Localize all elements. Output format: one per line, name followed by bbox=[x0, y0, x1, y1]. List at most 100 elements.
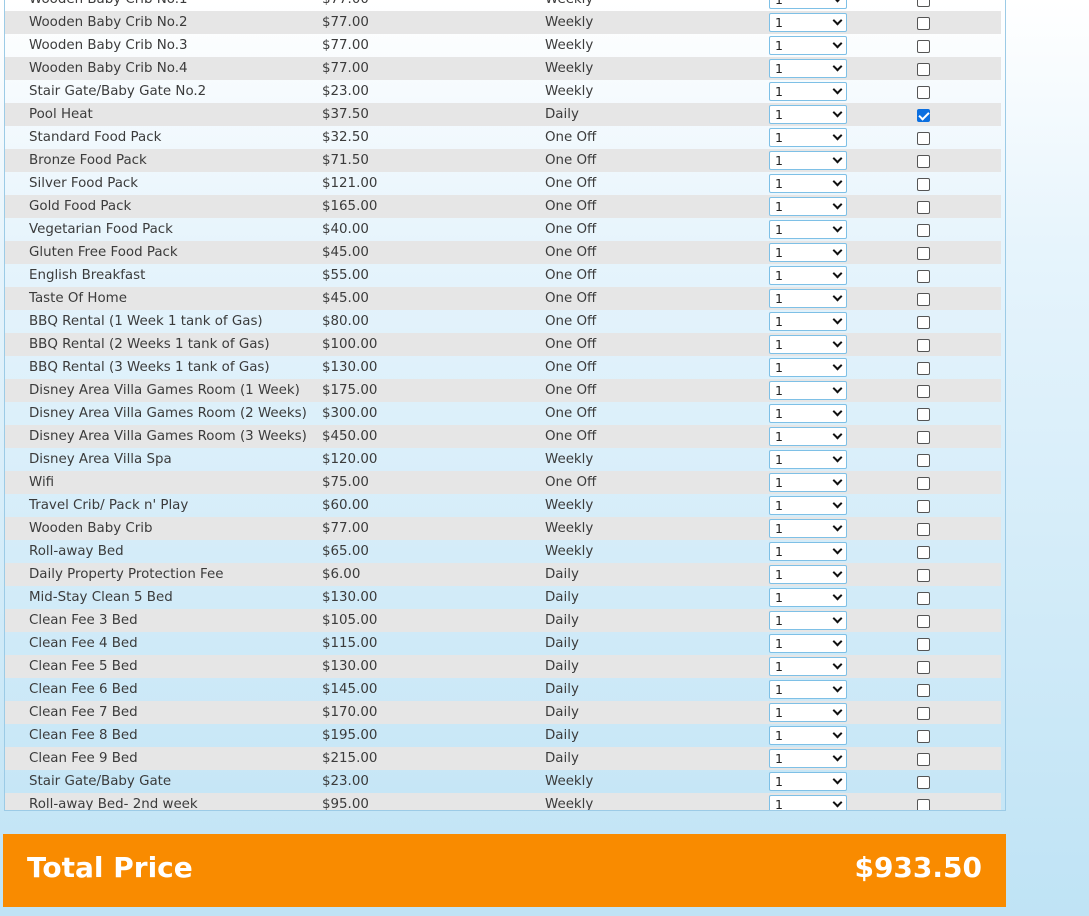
quantity-select[interactable]: 1 bbox=[769, 128, 847, 147]
select-extra-checkbox[interactable] bbox=[917, 546, 930, 559]
chevron-down-icon bbox=[832, 544, 843, 555]
quantity-select[interactable]: 1 bbox=[769, 381, 847, 400]
extra-price: $121.00 bbox=[322, 176, 378, 191]
select-extra-checkbox[interactable] bbox=[917, 431, 930, 444]
quantity-value: 1 bbox=[775, 130, 783, 145]
quantity-select[interactable]: 1 bbox=[769, 542, 847, 561]
select-extra-checkbox[interactable] bbox=[917, 753, 930, 766]
extra-name: Clean Fee 5 Bed bbox=[29, 659, 138, 674]
quantity-select[interactable]: 1 bbox=[769, 0, 847, 9]
chevron-down-icon bbox=[832, 360, 843, 371]
select-extra-checkbox[interactable] bbox=[917, 17, 930, 30]
quantity-select[interactable]: 1 bbox=[769, 289, 847, 308]
select-extra-checkbox[interactable] bbox=[917, 684, 930, 697]
extra-name: Wifi bbox=[29, 475, 55, 490]
extra-price: $130.00 bbox=[322, 659, 378, 674]
quantity-select[interactable]: 1 bbox=[769, 59, 847, 78]
select-extra-checkbox[interactable] bbox=[917, 707, 930, 720]
quantity-select[interactable]: 1 bbox=[769, 726, 847, 745]
chevron-down-icon bbox=[832, 245, 843, 256]
table-row: Disney Area Villa Games Room (3 Weeks) $4… bbox=[5, 425, 1001, 448]
select-extra-checkbox[interactable] bbox=[917, 316, 930, 329]
quantity-select[interactable]: 1 bbox=[769, 496, 847, 515]
select-extra-checkbox[interactable] bbox=[917, 155, 930, 168]
select-extra-checkbox[interactable] bbox=[917, 454, 930, 467]
select-extra-checkbox[interactable] bbox=[917, 109, 930, 122]
quantity-select[interactable]: 1 bbox=[769, 243, 847, 262]
quantity-value: 1 bbox=[775, 590, 783, 605]
select-extra-checkbox[interactable] bbox=[917, 500, 930, 513]
extra-frequency: One Off bbox=[545, 383, 597, 398]
quantity-value: 1 bbox=[775, 153, 783, 168]
quantity-select[interactable]: 1 bbox=[769, 266, 847, 285]
quantity-select[interactable]: 1 bbox=[769, 82, 847, 101]
quantity-select[interactable]: 1 bbox=[769, 174, 847, 193]
select-extra-checkbox[interactable] bbox=[917, 592, 930, 605]
select-extra-checkbox[interactable] bbox=[917, 0, 930, 7]
extra-frequency: One Off bbox=[545, 291, 597, 306]
select-extra-checkbox[interactable] bbox=[917, 132, 930, 145]
quantity-select[interactable]: 1 bbox=[769, 335, 847, 354]
quantity-select[interactable]: 1 bbox=[769, 749, 847, 768]
table-row: Clean Fee 3 Bed $105.00 Daily 1 bbox=[5, 609, 1001, 632]
extra-price: $95.00 bbox=[322, 797, 369, 811]
select-extra-checkbox[interactable] bbox=[917, 86, 930, 99]
quantity-select[interactable]: 1 bbox=[769, 36, 847, 55]
quantity-select[interactable]: 1 bbox=[769, 13, 847, 32]
select-extra-checkbox[interactable] bbox=[917, 247, 930, 260]
quantity-select[interactable]: 1 bbox=[769, 427, 847, 446]
total-price-label: Total Price bbox=[27, 851, 193, 884]
select-extra-checkbox[interactable] bbox=[917, 224, 930, 237]
extra-frequency: One Off bbox=[545, 360, 597, 375]
quantity-select[interactable]: 1 bbox=[769, 450, 847, 469]
extra-frequency: Weekly bbox=[545, 452, 594, 467]
select-extra-checkbox[interactable] bbox=[917, 477, 930, 490]
quantity-select[interactable]: 1 bbox=[769, 680, 847, 699]
select-extra-checkbox[interactable] bbox=[917, 661, 930, 674]
select-extra-checkbox[interactable] bbox=[917, 362, 930, 375]
quantity-select[interactable]: 1 bbox=[769, 611, 847, 630]
table-row: Wooden Baby Crib No.4 $77.00 Weekly 1 bbox=[5, 57, 1001, 80]
select-extra-checkbox[interactable] bbox=[917, 569, 930, 582]
quantity-select[interactable]: 1 bbox=[769, 588, 847, 607]
select-extra-checkbox[interactable] bbox=[917, 339, 930, 352]
quantity-select[interactable]: 1 bbox=[769, 358, 847, 377]
select-extra-checkbox[interactable] bbox=[917, 799, 930, 810]
extra-price: $37.50 bbox=[322, 107, 369, 122]
chevron-down-icon bbox=[832, 61, 843, 72]
extra-name: BBQ Rental (1 Week 1 tank of Gas) bbox=[29, 314, 263, 329]
quantity-select[interactable]: 1 bbox=[769, 565, 847, 584]
select-extra-checkbox[interactable] bbox=[917, 385, 930, 398]
quantity-select[interactable]: 1 bbox=[769, 197, 847, 216]
quantity-select[interactable]: 1 bbox=[769, 404, 847, 423]
select-extra-checkbox[interactable] bbox=[917, 178, 930, 191]
quantity-select[interactable]: 1 bbox=[769, 703, 847, 722]
extra-price: $105.00 bbox=[322, 613, 378, 628]
quantity-select[interactable]: 1 bbox=[769, 772, 847, 791]
select-extra-checkbox[interactable] bbox=[917, 408, 930, 421]
select-extra-checkbox[interactable] bbox=[917, 730, 930, 743]
quantity-select[interactable]: 1 bbox=[769, 151, 847, 170]
chevron-down-icon bbox=[832, 751, 843, 762]
select-extra-checkbox[interactable] bbox=[917, 776, 930, 789]
table-row: Mid-Stay Clean 5 Bed $130.00 Daily 1 bbox=[5, 586, 1001, 609]
quantity-select[interactable]: 1 bbox=[769, 634, 847, 653]
chevron-down-icon bbox=[832, 429, 843, 440]
select-extra-checkbox[interactable] bbox=[917, 270, 930, 283]
select-extra-checkbox[interactable] bbox=[917, 293, 930, 306]
select-extra-checkbox[interactable] bbox=[917, 63, 930, 76]
quantity-select[interactable]: 1 bbox=[769, 473, 847, 492]
select-extra-checkbox[interactable] bbox=[917, 638, 930, 651]
quantity-select[interactable]: 1 bbox=[769, 657, 847, 676]
quantity-select[interactable]: 1 bbox=[769, 220, 847, 239]
select-extra-checkbox[interactable] bbox=[917, 40, 930, 53]
select-extra-checkbox[interactable] bbox=[917, 523, 930, 536]
quantity-select[interactable]: 1 bbox=[769, 312, 847, 331]
select-extra-checkbox[interactable] bbox=[917, 201, 930, 214]
chevron-down-icon bbox=[832, 15, 843, 26]
quantity-select[interactable]: 1 bbox=[769, 795, 847, 810]
chevron-down-icon bbox=[832, 774, 843, 785]
select-extra-checkbox[interactable] bbox=[917, 615, 930, 628]
quantity-select[interactable]: 1 bbox=[769, 105, 847, 124]
quantity-select[interactable]: 1 bbox=[769, 519, 847, 538]
